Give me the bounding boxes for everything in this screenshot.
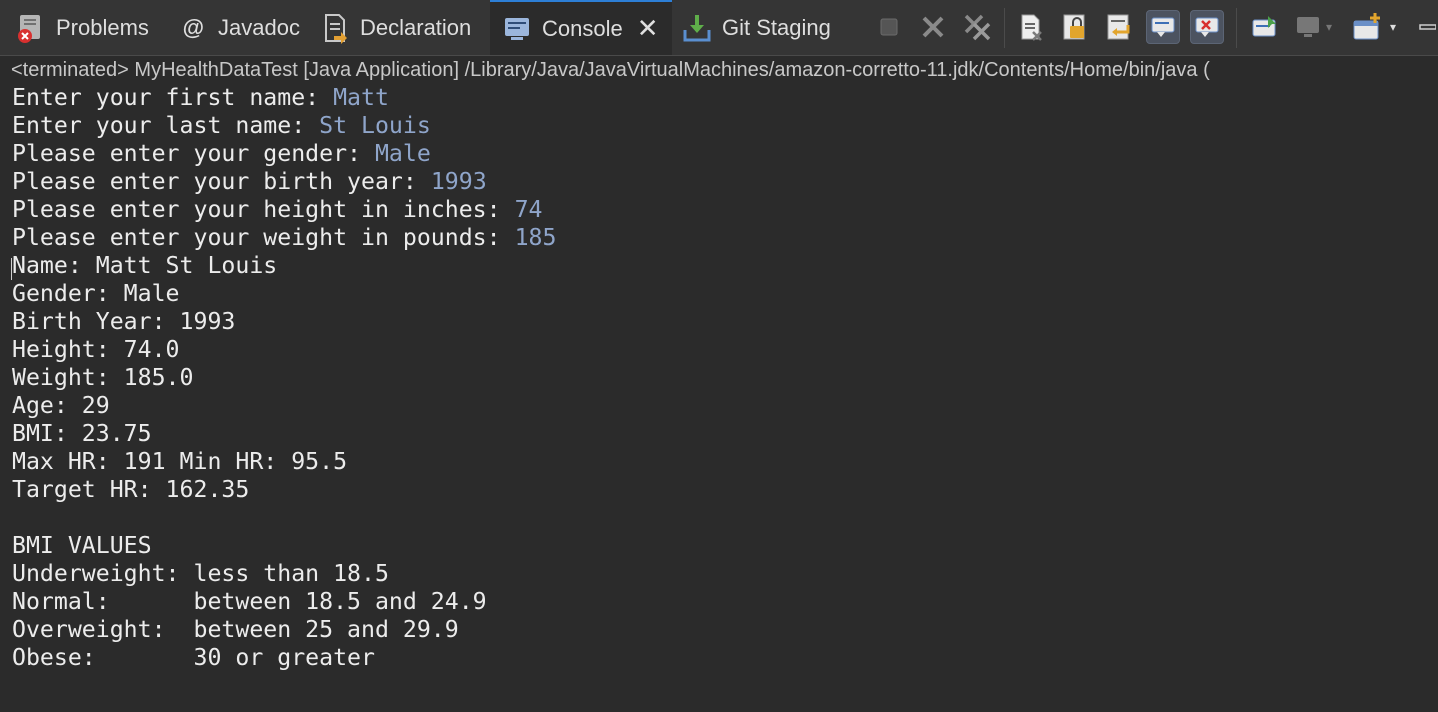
remove-launch-icon[interactable] [916, 10, 950, 44]
console-process-status: <terminated> MyHealthDataTest [Java Appl… [11, 59, 1210, 81]
console-output-text: Enter your first name: [12, 84, 334, 111]
console-user-input: St Louis [319, 112, 431, 139]
toolbar-separator [1236, 8, 1237, 48]
show-on-stderr-icon[interactable] [1190, 10, 1224, 44]
console-output-text: Birth Year: 1993 [12, 308, 236, 335]
console-output-text: Please enter your height in inches: [12, 196, 515, 223]
console-output-text: Please enter your birth year: [12, 168, 431, 195]
console-line: Birth Year: 1993 [12, 308, 556, 336]
console-output-text: Normal: between 18.5 and 24.9 [12, 588, 487, 615]
terminate-icon[interactable] [872, 10, 906, 44]
tab-console[interactable]: Console ✕ [490, 0, 672, 55]
console-output-text: Please enter your weight in pounds: [12, 224, 515, 251]
console-output[interactable]: Enter your first name: Matt Enter your la… [12, 84, 556, 672]
console-user-input: Matt [333, 84, 389, 111]
console-line: Weight: 185.0 [12, 364, 556, 392]
console-line: Please enter your height in inches: 74 [12, 196, 556, 224]
console-user-input: 1993 [430, 168, 487, 195]
problems-icon [14, 11, 48, 45]
tab-label: Declaration [360, 14, 472, 40]
console-output-text: Please enter your gender: [12, 140, 375, 167]
tab-label: Javadoc [218, 14, 300, 40]
javadoc-at-icon: @ [182, 14, 204, 40]
console-line: Name: Matt St Louis [12, 252, 556, 280]
tab-git-staging[interactable]: Git Staging [680, 0, 831, 55]
console-output-text: Overweight: between 25 and 29.9 [12, 616, 459, 643]
text-cursor [11, 258, 12, 280]
tab-javadoc[interactable]: @ Javadoc [176, 0, 300, 55]
console-line: Max HR: 191 Min HR: 95.5 [12, 448, 556, 476]
word-wrap-icon[interactable] [1102, 10, 1136, 44]
declaration-icon [318, 11, 352, 45]
console-line: Underweight: less than 18.5 [12, 560, 556, 588]
console-line: Age: 29 [12, 392, 556, 420]
tab-declaration[interactable]: Declaration [318, 0, 471, 55]
console-output-text: Target HR: 162.35 [12, 476, 250, 503]
console-user-input: Male [374, 140, 431, 167]
console-line: Target HR: 162.35 [12, 476, 556, 504]
close-icon[interactable]: ✕ [637, 13, 659, 44]
console-line: Gender: Male [12, 280, 556, 308]
chevron-down-icon[interactable]: ▾ [1320, 10, 1338, 44]
pin-console-icon[interactable] [1248, 10, 1282, 44]
console-output-text: Gender: Male [12, 280, 180, 307]
console-output-text: BMI: 23.75 [12, 420, 152, 447]
console-line: Obese: 30 or greater [12, 644, 556, 672]
console-line: Enter your first name: Matt [12, 84, 556, 112]
remove-all-terminated-icon[interactable] [960, 10, 994, 44]
tab-label: Git Staging [722, 14, 831, 40]
clear-console-icon[interactable] [1014, 10, 1048, 44]
console-output-text: Underweight: less than 18.5 [12, 560, 389, 587]
console-output-text: Max HR: 191 Min HR: 95.5 [12, 448, 348, 475]
console-line: Please enter your birth year: 1993 [12, 168, 556, 196]
chevron-down-icon[interactable]: ▾ [1384, 10, 1402, 44]
tab-label: Problems [56, 14, 149, 40]
open-console-icon[interactable] [1350, 10, 1384, 44]
tab-problems[interactable]: Problems [14, 0, 149, 55]
minimize-icon[interactable] [1412, 10, 1438, 44]
view-tab-bar: Problems @ Javadoc Declaration Console ✕… [0, 0, 1438, 56]
console-output-text: Obese: 30 or greater [12, 644, 375, 671]
scroll-lock-icon[interactable] [1058, 10, 1092, 44]
console-user-input: 185 [514, 224, 557, 251]
toolbar-separator [1004, 8, 1005, 48]
console-line: Height: 74.0 [12, 336, 556, 364]
console-output-text: Height: 74.0 [12, 336, 180, 363]
console-output-text: Age: 29 [12, 392, 110, 419]
console-line: Overweight: between 25 and 29.9 [12, 616, 556, 644]
console-output-text: BMI VALUES [12, 532, 152, 559]
console-line: Enter your last name: St Louis [12, 112, 556, 140]
console-output-text: Name: Matt St Louis [12, 252, 278, 279]
tab-label: Console [542, 15, 623, 41]
show-on-stdout-icon[interactable] [1146, 10, 1180, 44]
console-line: Please enter your weight in pounds: 185 [12, 224, 556, 252]
console-icon [500, 12, 534, 46]
git-staging-icon [680, 11, 714, 45]
console-line: Normal: between 18.5 and 24.9 [12, 588, 556, 616]
console-user-input: 74 [514, 196, 543, 223]
console-line: BMI: 23.75 [12, 420, 556, 448]
console-line: Please enter your gender: Male [12, 140, 556, 168]
console-output-text: Weight: 185.0 [12, 364, 194, 391]
console-line: BMI VALUES [12, 532, 556, 560]
console-output-text: Enter your last name: [12, 112, 320, 139]
